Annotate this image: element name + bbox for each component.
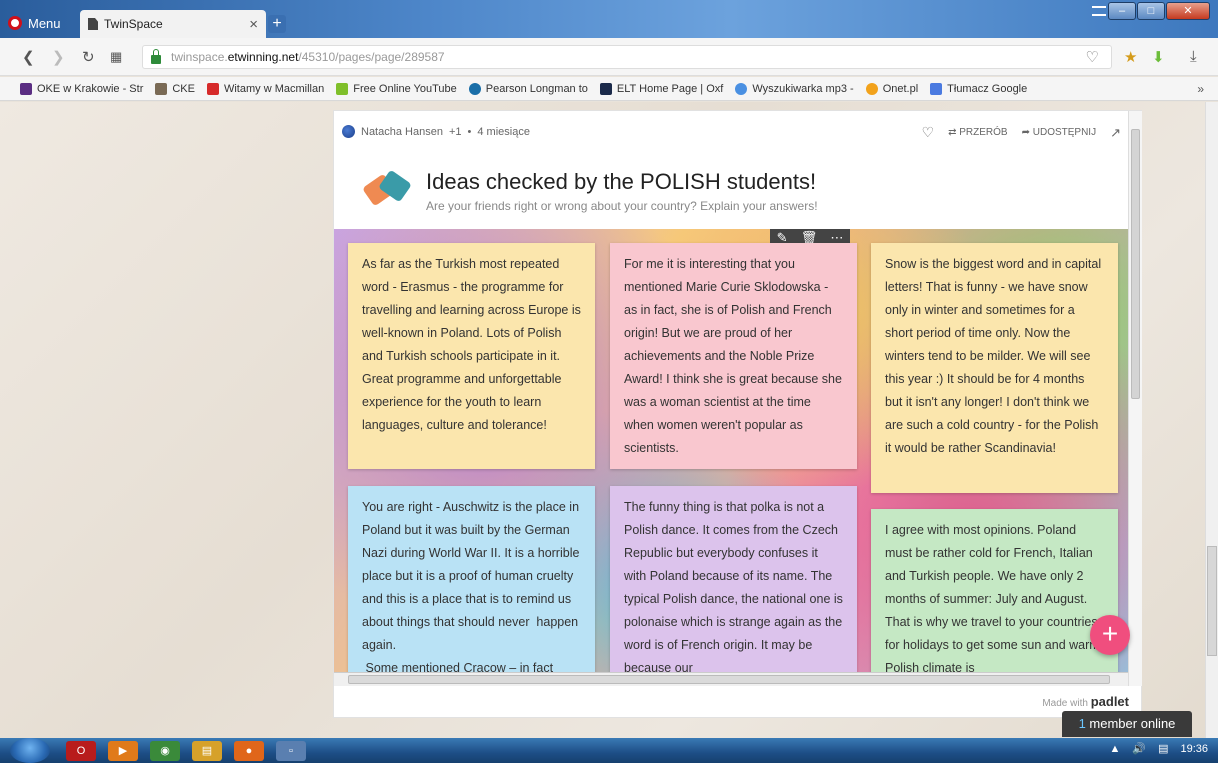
padlet-actions: ♡ ⇄ PRZERÓB ➦ UDOSTĘPNIJ ↗ xyxy=(922,124,1122,141)
bookmark-favicon-icon xyxy=(336,82,349,95)
speed-dial-icon[interactable]: ▦ xyxy=(110,49,122,65)
url-prefix: twinspace. xyxy=(171,50,228,64)
bookmark-item[interactable]: Tłumacz Google xyxy=(930,82,1027,95)
bookmark-item[interactable]: Onet.pl xyxy=(865,82,918,95)
bookmark-favicon-icon xyxy=(865,82,878,95)
windows-taskbar: O ▶ ◉ ▤ ● ▫ ▲ 🔊 ▤ 19:36 xyxy=(0,738,1218,763)
add-post-button[interactable]: + xyxy=(1090,615,1130,655)
tray-arrow-icon[interactable]: ▲ xyxy=(1109,743,1120,755)
start-button[interactable] xyxy=(10,738,50,763)
download-extension-icon[interactable]: ⬇ xyxy=(1152,48,1165,66)
bookmark-item[interactable]: Wyszukiwarka mp3 - xyxy=(735,82,854,95)
bookmark-favicon-icon xyxy=(735,82,748,95)
taskbar-opera-icon[interactable]: O xyxy=(66,741,96,761)
remake-button[interactable]: ⇄ PRZERÓB xyxy=(948,127,1008,138)
bookmarks-bar: OKE w Krakowie - Str CKE Witamy w Macmil… xyxy=(0,77,1218,101)
made-with-padlet[interactable]: Made with padlet xyxy=(1042,694,1129,709)
page-scroll-thumb[interactable] xyxy=(1207,546,1217,656)
close-window-button[interactable]: ✕ xyxy=(1166,2,1210,20)
maximize-button[interactable]: □ xyxy=(1137,2,1165,20)
taskbar-media-icon[interactable]: ▶ xyxy=(108,741,138,761)
bookmark-heart-icon[interactable]: ♡ xyxy=(1086,48,1099,66)
system-tray: ▲ 🔊 ▤ 19:36 xyxy=(1109,742,1208,756)
forward-icon[interactable]: ❯ xyxy=(52,48,65,66)
bookmark-favicon-icon xyxy=(930,82,943,95)
padlet-embed: Natacha Hansen +1 • 4 miesiące ♡ ⇄ PRZER… xyxy=(333,110,1142,718)
like-heart-icon[interactable]: ♡ xyxy=(922,124,935,141)
back-icon[interactable]: ❮ xyxy=(22,48,35,66)
padlet-brand: padlet xyxy=(1090,694,1129,709)
opera-logo-icon xyxy=(8,16,22,30)
bookmarks-more-icon[interactable]: » xyxy=(1197,82,1204,96)
address-bar[interactable]: twinspace. etwinning.net /45310/pages/pa… xyxy=(142,45,1112,69)
easy-setup-icon[interactable] xyxy=(1092,6,1106,16)
board-horizontal-scrollbar[interactable] xyxy=(334,672,1128,686)
downloads-icon[interactable]: ⤓ xyxy=(1190,48,1197,65)
title-bar: Menu TwinSpace × + – □ ✕ xyxy=(0,0,1218,38)
document-icon xyxy=(88,18,98,30)
bookmark-item[interactable]: Free Online YouTube xyxy=(336,82,457,95)
bookmark-favicon-icon xyxy=(20,82,32,95)
padlet-header: Natacha Hansen +1 • 4 miesiące ♡ ⇄ PRZER… xyxy=(334,111,1141,229)
bookmark-favicon-icon xyxy=(599,82,612,95)
url-path: /45310/pages/page/289587 xyxy=(298,50,445,64)
board-hscroll-thumb[interactable] xyxy=(348,675,1110,684)
minimize-button[interactable]: – xyxy=(1108,2,1136,20)
navigation-bar: ❮ ❯ ↻ ▦ twinspace. etwinning.net /45310/… xyxy=(0,38,1218,76)
board-scroll-thumb[interactable] xyxy=(1131,129,1140,399)
tab-close-icon[interactable]: × xyxy=(249,16,258,33)
bookmark-item[interactable]: Witamy w Macmillan xyxy=(206,82,324,95)
note-card[interactable]: As far as the Turkish most repeated word… xyxy=(348,243,595,469)
member-online-label: member online xyxy=(1089,716,1176,731)
page-vertical-scrollbar[interactable] xyxy=(1205,102,1218,738)
bookmark-favicon-icon xyxy=(468,82,481,95)
author-name[interactable]: Natacha Hansen xyxy=(361,126,443,138)
taskbar-folder-icon[interactable]: ▤ xyxy=(192,741,222,761)
volume-icon[interactable]: 🔊 xyxy=(1132,742,1146,755)
open-external-icon[interactable]: ↗ xyxy=(1110,125,1121,141)
reload-icon[interactable]: ↻ xyxy=(82,48,95,66)
taskbar-app-icon[interactable]: ▫ xyxy=(276,741,306,761)
bookmark-item[interactable]: CKE xyxy=(155,82,195,95)
new-tab-button[interactable]: + xyxy=(268,15,286,33)
padlet-title-block: Ideas checked by the POLISH students! Ar… xyxy=(364,169,818,213)
member-online-badge[interactable]: 1 member online xyxy=(1062,711,1192,737)
bookmark-item[interactable]: Pearson Longman to xyxy=(468,82,588,95)
url-domain: etwinning.net xyxy=(227,50,299,64)
bookmark-favicon-icon xyxy=(155,82,168,95)
bookmark-item[interactable]: OKE w Krakowie - Str xyxy=(20,82,143,95)
padlet-board: ✎ 🗑 ⋯ As far as the Turkish most repeate… xyxy=(334,229,1128,672)
share-button[interactable]: ➦ UDOSTĘPNIJ xyxy=(1022,127,1097,138)
padlet-subtitle: Are your friends right or wrong about yo… xyxy=(426,199,818,213)
separator-dot: • xyxy=(467,125,472,138)
opera-menu-button[interactable]: Menu xyxy=(8,12,61,34)
note-card[interactable]: Snow is the biggest word and in capital … xyxy=(871,243,1118,493)
tab-twinspace[interactable]: TwinSpace × xyxy=(80,10,266,38)
window-controls: – □ ✕ xyxy=(1108,2,1210,20)
taskbar-chrome-icon[interactable]: ◉ xyxy=(150,741,180,761)
board-vertical-scrollbar[interactable] xyxy=(1128,111,1142,686)
clock[interactable]: 19:36 xyxy=(1180,743,1208,755)
author-row: Natacha Hansen +1 • 4 miesiące xyxy=(342,125,530,138)
plus-count: +1 xyxy=(448,125,462,138)
tab-title: TwinSpace xyxy=(104,17,163,31)
note-card[interactable]: You are right - Auschwitz is the place i… xyxy=(348,486,595,672)
padlet-title: Ideas checked by the POLISH students! xyxy=(426,169,817,194)
bookmark-item[interactable]: ELT Home Page | Oxf xyxy=(599,82,723,95)
page-viewport: Natacha Hansen +1 • 4 miesiące ♡ ⇄ PRZER… xyxy=(0,102,1218,738)
menu-label: Menu xyxy=(28,15,61,31)
lock-icon xyxy=(151,48,161,64)
bookmark-favicon-icon xyxy=(206,82,219,95)
note-card[interactable]: I agree with most opinions. Poland must … xyxy=(871,509,1118,672)
post-time: 4 miesiące xyxy=(477,125,530,138)
note-card[interactable]: The funny thing is that polka is not a P… xyxy=(610,486,857,672)
globe-avatar-icon xyxy=(342,125,355,138)
member-count: 1 xyxy=(1078,716,1086,731)
note-card[interactable]: For me it is interesting that you mentio… xyxy=(610,243,857,469)
extension-icon[interactable]: ★ xyxy=(1124,48,1137,66)
handshake-icon xyxy=(364,169,410,209)
taskbar-firefox-icon[interactable]: ● xyxy=(234,741,264,761)
network-icon[interactable]: ▤ xyxy=(1158,742,1168,755)
